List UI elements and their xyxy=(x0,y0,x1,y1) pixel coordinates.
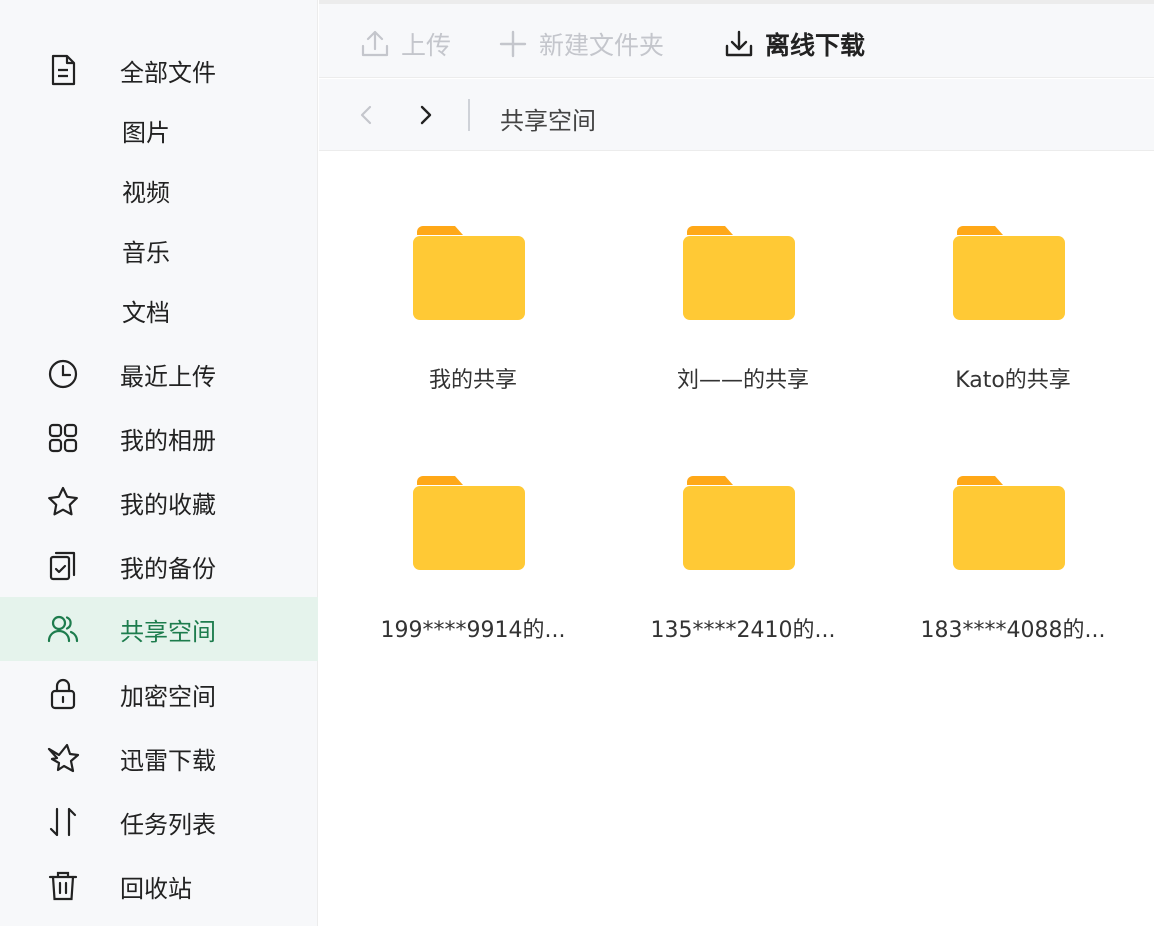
offline-download-label: 离线下载 xyxy=(765,31,866,60)
breadcrumb[interactable]: 共享空间 xyxy=(500,101,596,136)
folder-item[interactable]: 刘——的共享 xyxy=(623,224,863,424)
sidebar-item-label: 共享空间 xyxy=(120,617,216,646)
folder-name: 刘——的共享 xyxy=(676,368,809,393)
download-icon xyxy=(725,30,753,57)
sidebar-item-label: 回收站 xyxy=(120,874,192,903)
sidebar-item-label: 加密空间 xyxy=(120,682,216,711)
sidebar-item-label: 音乐 xyxy=(122,238,170,267)
sidebar-item-favorites[interactable]: 我的收藏 xyxy=(0,470,318,534)
folder-icon xyxy=(683,224,795,320)
sidebar-item-my-albums[interactable]: 我的相册 xyxy=(0,406,318,470)
main-panel: 上传 新建文件夹 离线下载 共享空间 我的共享 刘——的共享 Kato的共享 1… xyxy=(319,0,1154,926)
back-button[interactable] xyxy=(351,99,383,131)
lock-icon xyxy=(44,675,82,713)
grid-icon xyxy=(44,419,82,457)
folder-name: 183****4088的... xyxy=(920,618,1106,643)
sidebar-item-recent-uploads[interactable]: 最近上传 xyxy=(0,342,318,406)
folder-icon xyxy=(413,474,525,570)
trash-icon xyxy=(44,867,82,905)
sidebar-item-label: 我的收藏 xyxy=(120,490,216,519)
sidebar-item-recycle-bin[interactable]: 回收站 xyxy=(0,854,318,918)
folder-name: 我的共享 xyxy=(428,368,517,393)
folder-icon xyxy=(683,474,795,570)
sidebar-item-label: 最近上传 xyxy=(120,362,216,391)
bird-icon xyxy=(44,739,82,777)
upload-icon xyxy=(361,30,389,57)
sidebar-item-encrypted-space[interactable]: 加密空间 xyxy=(0,662,318,726)
sidebar-item-label: 迅雷下载 xyxy=(120,746,216,775)
new-folder-label: 新建文件夹 xyxy=(539,31,665,60)
sidebar-item-videos[interactable]: 视频 xyxy=(0,158,318,222)
star-icon xyxy=(44,483,82,521)
clock-icon xyxy=(44,355,82,393)
folder-item[interactable]: 135****2410的... xyxy=(623,474,863,674)
sidebar-item-label: 视频 xyxy=(122,178,170,207)
path-bar: 共享空间 xyxy=(319,79,1154,151)
offline-download-button[interactable]: 离线下载 xyxy=(723,26,865,62)
sidebar-item-shared-space[interactable]: 共享空间 xyxy=(0,597,318,661)
folder-icon xyxy=(953,474,1065,570)
transfer-icon xyxy=(44,803,82,841)
folder-name: 199****9914的... xyxy=(380,618,566,643)
upload-label: 上传 xyxy=(401,31,452,60)
sidebar-item-label: 图片 xyxy=(122,118,170,147)
backup-icon xyxy=(44,547,82,585)
folder-icon xyxy=(413,224,525,320)
new-folder-button[interactable]: 新建文件夹 xyxy=(497,26,664,62)
folder-item[interactable]: 我的共享 xyxy=(353,224,593,424)
users-icon xyxy=(44,610,82,648)
sidebar-item-task-list[interactable]: 任务列表 xyxy=(0,790,318,854)
sidebar-item-backup[interactable]: 我的备份 xyxy=(0,534,318,598)
sidebar-item-images[interactable]: 图片 xyxy=(0,98,318,162)
chevron-left-icon xyxy=(360,105,372,125)
sidebar-item-label: 全部文件 xyxy=(120,58,216,87)
sidebar-item-label: 我的备份 xyxy=(120,554,216,583)
toolbar: 上传 新建文件夹 离线下载 xyxy=(319,0,1154,78)
folder-name: 135****2410的... xyxy=(650,618,836,643)
folder-icon xyxy=(953,224,1065,320)
sidebar: 全部文件 图片 视频 音乐 文档 最近上传 我的相册 我的收藏 我的备份 共享空… xyxy=(0,0,318,926)
sidebar-item-label: 文档 xyxy=(122,298,170,327)
folder-item[interactable]: 199****9914的... xyxy=(353,474,593,674)
sidebar-item-thunder-download[interactable]: 迅雷下载 xyxy=(0,726,318,790)
file-icon xyxy=(44,51,82,89)
sidebar-item-music[interactable]: 音乐 xyxy=(0,218,318,282)
sidebar-item-label: 我的相册 xyxy=(120,426,216,455)
folder-item[interactable]: Kato的共享 xyxy=(893,224,1133,424)
plus-icon xyxy=(499,30,527,58)
upload-button[interactable]: 上传 xyxy=(359,26,451,62)
folder-name: Kato的共享 xyxy=(955,368,1071,393)
sidebar-item-documents[interactable]: 文档 xyxy=(0,278,318,342)
sidebar-item-all-files[interactable]: 全部文件 xyxy=(0,38,318,102)
path-separator xyxy=(468,99,470,131)
forward-button[interactable] xyxy=(409,99,441,131)
folder-item[interactable]: 183****4088的... xyxy=(893,474,1133,674)
sidebar-item-label: 任务列表 xyxy=(120,810,216,839)
folder-grid: 我的共享 刘——的共享 Kato的共享 199****9914的... 135*… xyxy=(319,152,1154,926)
chevron-right-icon xyxy=(420,105,432,125)
